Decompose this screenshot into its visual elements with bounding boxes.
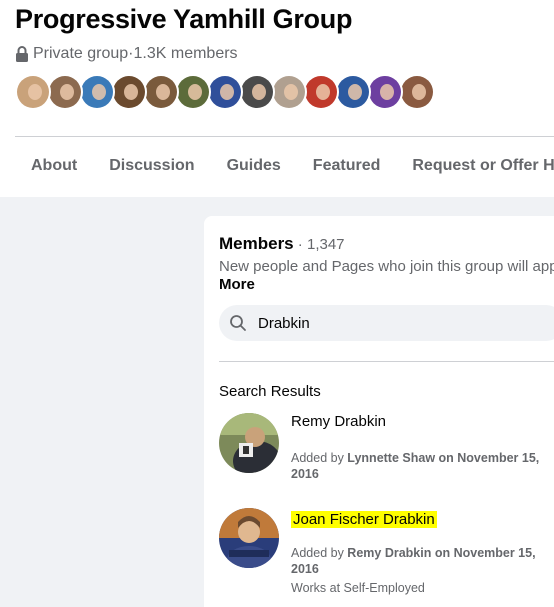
result-name[interactable]: Remy Drabkin bbox=[291, 413, 386, 430]
member-avatar[interactable] bbox=[367, 74, 403, 110]
tab-request-or-offer-help[interactable]: Request or Offer Help bbox=[396, 157, 554, 175]
avatar-photo bbox=[113, 76, 145, 108]
member-avatar[interactable] bbox=[335, 74, 371, 110]
avatar-photo bbox=[337, 76, 369, 108]
member-avatar[interactable] bbox=[79, 74, 115, 110]
avatar-photo bbox=[177, 76, 209, 108]
member-avatar[interactable] bbox=[271, 74, 307, 110]
avatar-face bbox=[284, 84, 298, 100]
avatar-photo bbox=[305, 76, 337, 108]
avatar-face bbox=[380, 84, 394, 100]
search-results-heading: Search Results bbox=[219, 383, 321, 400]
divider bbox=[15, 136, 554, 137]
avatar-face bbox=[220, 84, 234, 100]
member-avatar[interactable] bbox=[175, 74, 211, 110]
added-by-link[interactable]: Remy Drabkin bbox=[347, 546, 431, 560]
added-by-link[interactable]: Lynnette Shaw bbox=[347, 451, 435, 465]
avatar-photo bbox=[17, 76, 49, 108]
members-title: Members bbox=[219, 234, 294, 253]
member-avatar[interactable] bbox=[111, 74, 147, 110]
added-prefix: Added by bbox=[291, 451, 348, 465]
group-header: Progressive Yamhill Group Private group … bbox=[0, 0, 554, 197]
search-icon bbox=[230, 315, 246, 331]
tab-about[interactable]: About bbox=[15, 157, 93, 175]
members-card: Members · 1,347 New people and Pages who… bbox=[204, 216, 554, 607]
members-heading: Members · 1,347 bbox=[219, 234, 345, 254]
group-tabs: About Discussion Guides Featured Request or … bbox=[15, 157, 554, 175]
result-avatar[interactable] bbox=[219, 413, 279, 473]
avatar-face bbox=[412, 84, 426, 100]
avatar-photo bbox=[49, 76, 81, 108]
result-added-info: Added by Remy Drabkin on November 15, 20… bbox=[291, 545, 554, 577]
added-prefix: Added by bbox=[291, 546, 348, 560]
member-avatar[interactable] bbox=[239, 74, 275, 110]
avatar-face bbox=[316, 84, 330, 100]
tab-discussion[interactable]: Discussion bbox=[93, 157, 210, 175]
avatar-photo bbox=[81, 76, 113, 108]
avatar-photo bbox=[369, 76, 401, 108]
member-search-input[interactable] bbox=[258, 314, 538, 332]
members-description: New people and Pages who join this group… bbox=[219, 258, 554, 275]
avatar-face bbox=[28, 84, 42, 100]
tab-guides[interactable]: Guides bbox=[211, 157, 297, 175]
result-work-info: Works at Self-Employed bbox=[291, 581, 425, 595]
avatar-photo bbox=[145, 76, 177, 108]
group-title[interactable]: Progressive Yamhill Group bbox=[15, 4, 352, 35]
search-result-item[interactable]: Joan Fischer Drabkin Added by Remy Drabk… bbox=[219, 508, 554, 598]
member-avatar[interactable] bbox=[399, 74, 435, 110]
result-avatar[interactable] bbox=[219, 508, 279, 568]
member-avatar-row bbox=[15, 74, 435, 110]
member-avatar[interactable] bbox=[15, 74, 51, 110]
avatar-face bbox=[124, 84, 138, 100]
avatar-face bbox=[60, 84, 74, 100]
avatar-photo bbox=[401, 76, 433, 108]
members-count: · 1,347 bbox=[293, 236, 345, 253]
member-count-label[interactable]: 1.3K members bbox=[134, 45, 238, 63]
result-name-highlight[interactable]: Joan Fischer Drabkin bbox=[291, 511, 437, 528]
member-avatar[interactable] bbox=[303, 74, 339, 110]
see-more-link[interactable]: More bbox=[219, 276, 255, 293]
result-name[interactable]: Joan Fischer Drabkin bbox=[291, 511, 437, 528]
member-search-box[interactable] bbox=[219, 305, 554, 341]
avatar-face bbox=[252, 84, 266, 100]
member-avatar[interactable] bbox=[143, 74, 179, 110]
search-result-item[interactable]: Remy Drabkin Added by Lynnette Shaw on N… bbox=[219, 413, 554, 483]
member-avatar[interactable] bbox=[47, 74, 83, 110]
avatar-face bbox=[92, 84, 106, 100]
avatar-photo bbox=[209, 76, 241, 108]
result-added-info: Added by Lynnette Shaw on November 15, 2… bbox=[291, 450, 554, 482]
avatar-photo bbox=[273, 76, 305, 108]
avatar-face bbox=[188, 84, 202, 100]
privacy-label[interactable]: Private group bbox=[33, 45, 128, 63]
member-avatar[interactable] bbox=[207, 74, 243, 110]
avatar-face bbox=[156, 84, 170, 100]
lock-icon bbox=[15, 45, 29, 63]
tab-featured[interactable]: Featured bbox=[297, 157, 397, 175]
group-meta: Private group · 1.3K members bbox=[15, 45, 238, 63]
divider bbox=[219, 361, 554, 362]
avatar-photo bbox=[241, 76, 273, 108]
avatar-face bbox=[348, 84, 362, 100]
